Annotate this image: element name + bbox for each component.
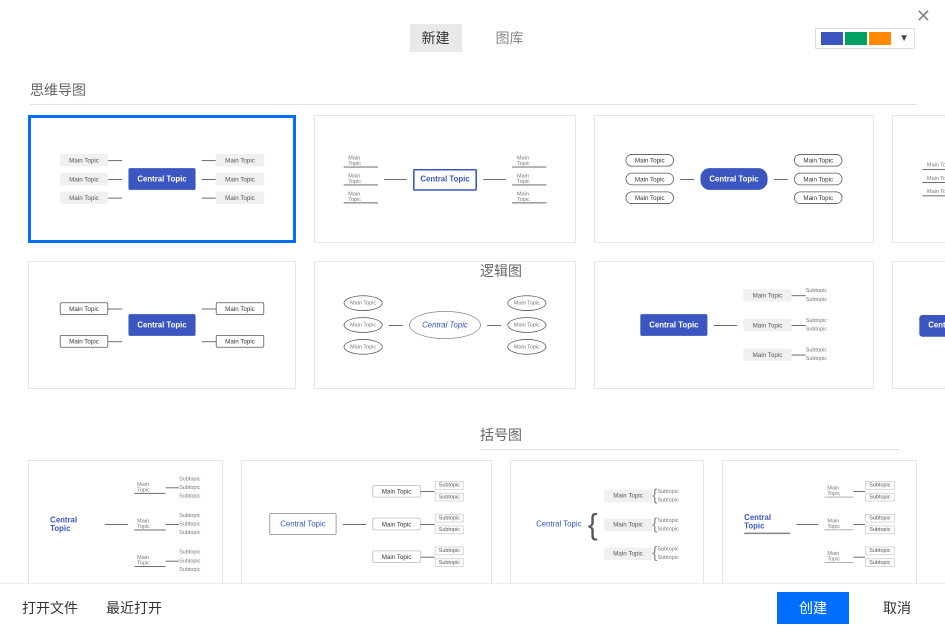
template-card[interactable]: Central Topic Main Topic SubtopicSubtopi… bbox=[722, 460, 917, 583]
chevron-down-icon: ▼ bbox=[899, 33, 909, 44]
color-scheme-dropdown[interactable]: ▼ bbox=[815, 28, 915, 49]
swatch-2 bbox=[845, 32, 867, 45]
template-gallery[interactable]: 思维导图 Main Topic Main Topic Main Topic Ce… bbox=[0, 60, 945, 583]
grid-brace: Central Topic Main Topic SubtopicSubtopi… bbox=[28, 460, 917, 583]
template-card[interactable]: Main Topic Main Topic Main Topic Central… bbox=[594, 115, 874, 243]
grid-mindmap: Main Topic Main Topic Main Topic Central… bbox=[28, 115, 917, 389]
close-icon[interactable]: ✕ bbox=[916, 6, 931, 27]
new-document-dialog: ✕ 新建 图库 ▼ 思维导图 Main Topic Main Topic Mai… bbox=[0, 0, 945, 631]
section-title-brace: 括号图 bbox=[480, 425, 900, 450]
open-file-button[interactable]: 打开文件 bbox=[22, 598, 78, 618]
recent-files-button[interactable]: 最近打开 bbox=[106, 598, 162, 618]
top-tabs: 新建 图库 bbox=[0, 0, 945, 52]
template-card[interactable]: Main Topic Main Topic Central Topic Main… bbox=[28, 261, 296, 389]
cancel-button[interactable]: 取消 bbox=[871, 592, 923, 624]
template-card[interactable]: Central Topic Main Topic SubtopicSubtopi… bbox=[28, 460, 223, 583]
template-card[interactable]: Central Topic Main Topic SubtopicSubtopi… bbox=[241, 460, 492, 583]
template-card[interactable]: Main Topic Main Topic Main Topic Central… bbox=[314, 115, 576, 243]
section-title-logic: 逻辑图 bbox=[480, 261, 900, 281]
swatch-3 bbox=[869, 32, 891, 45]
dialog-footer: 打开文件 最近打开 创建 取消 bbox=[0, 583, 945, 631]
section-title-mindmap: 思维导图 bbox=[30, 80, 917, 105]
swatch-1 bbox=[821, 32, 843, 45]
template-card[interactable]: Main Topic Main Topic Main Topic Central… bbox=[28, 115, 296, 243]
template-card[interactable]: Main Topic Main Topic Main Topic CENTRAL… bbox=[892, 115, 945, 243]
template-card[interactable]: Central Topic { Main Topic{ SubtopicSubt… bbox=[510, 460, 705, 583]
tab-new[interactable]: 新建 bbox=[410, 24, 462, 52]
tab-library[interactable]: 图库 bbox=[484, 24, 536, 52]
create-button[interactable]: 创建 bbox=[777, 592, 849, 624]
